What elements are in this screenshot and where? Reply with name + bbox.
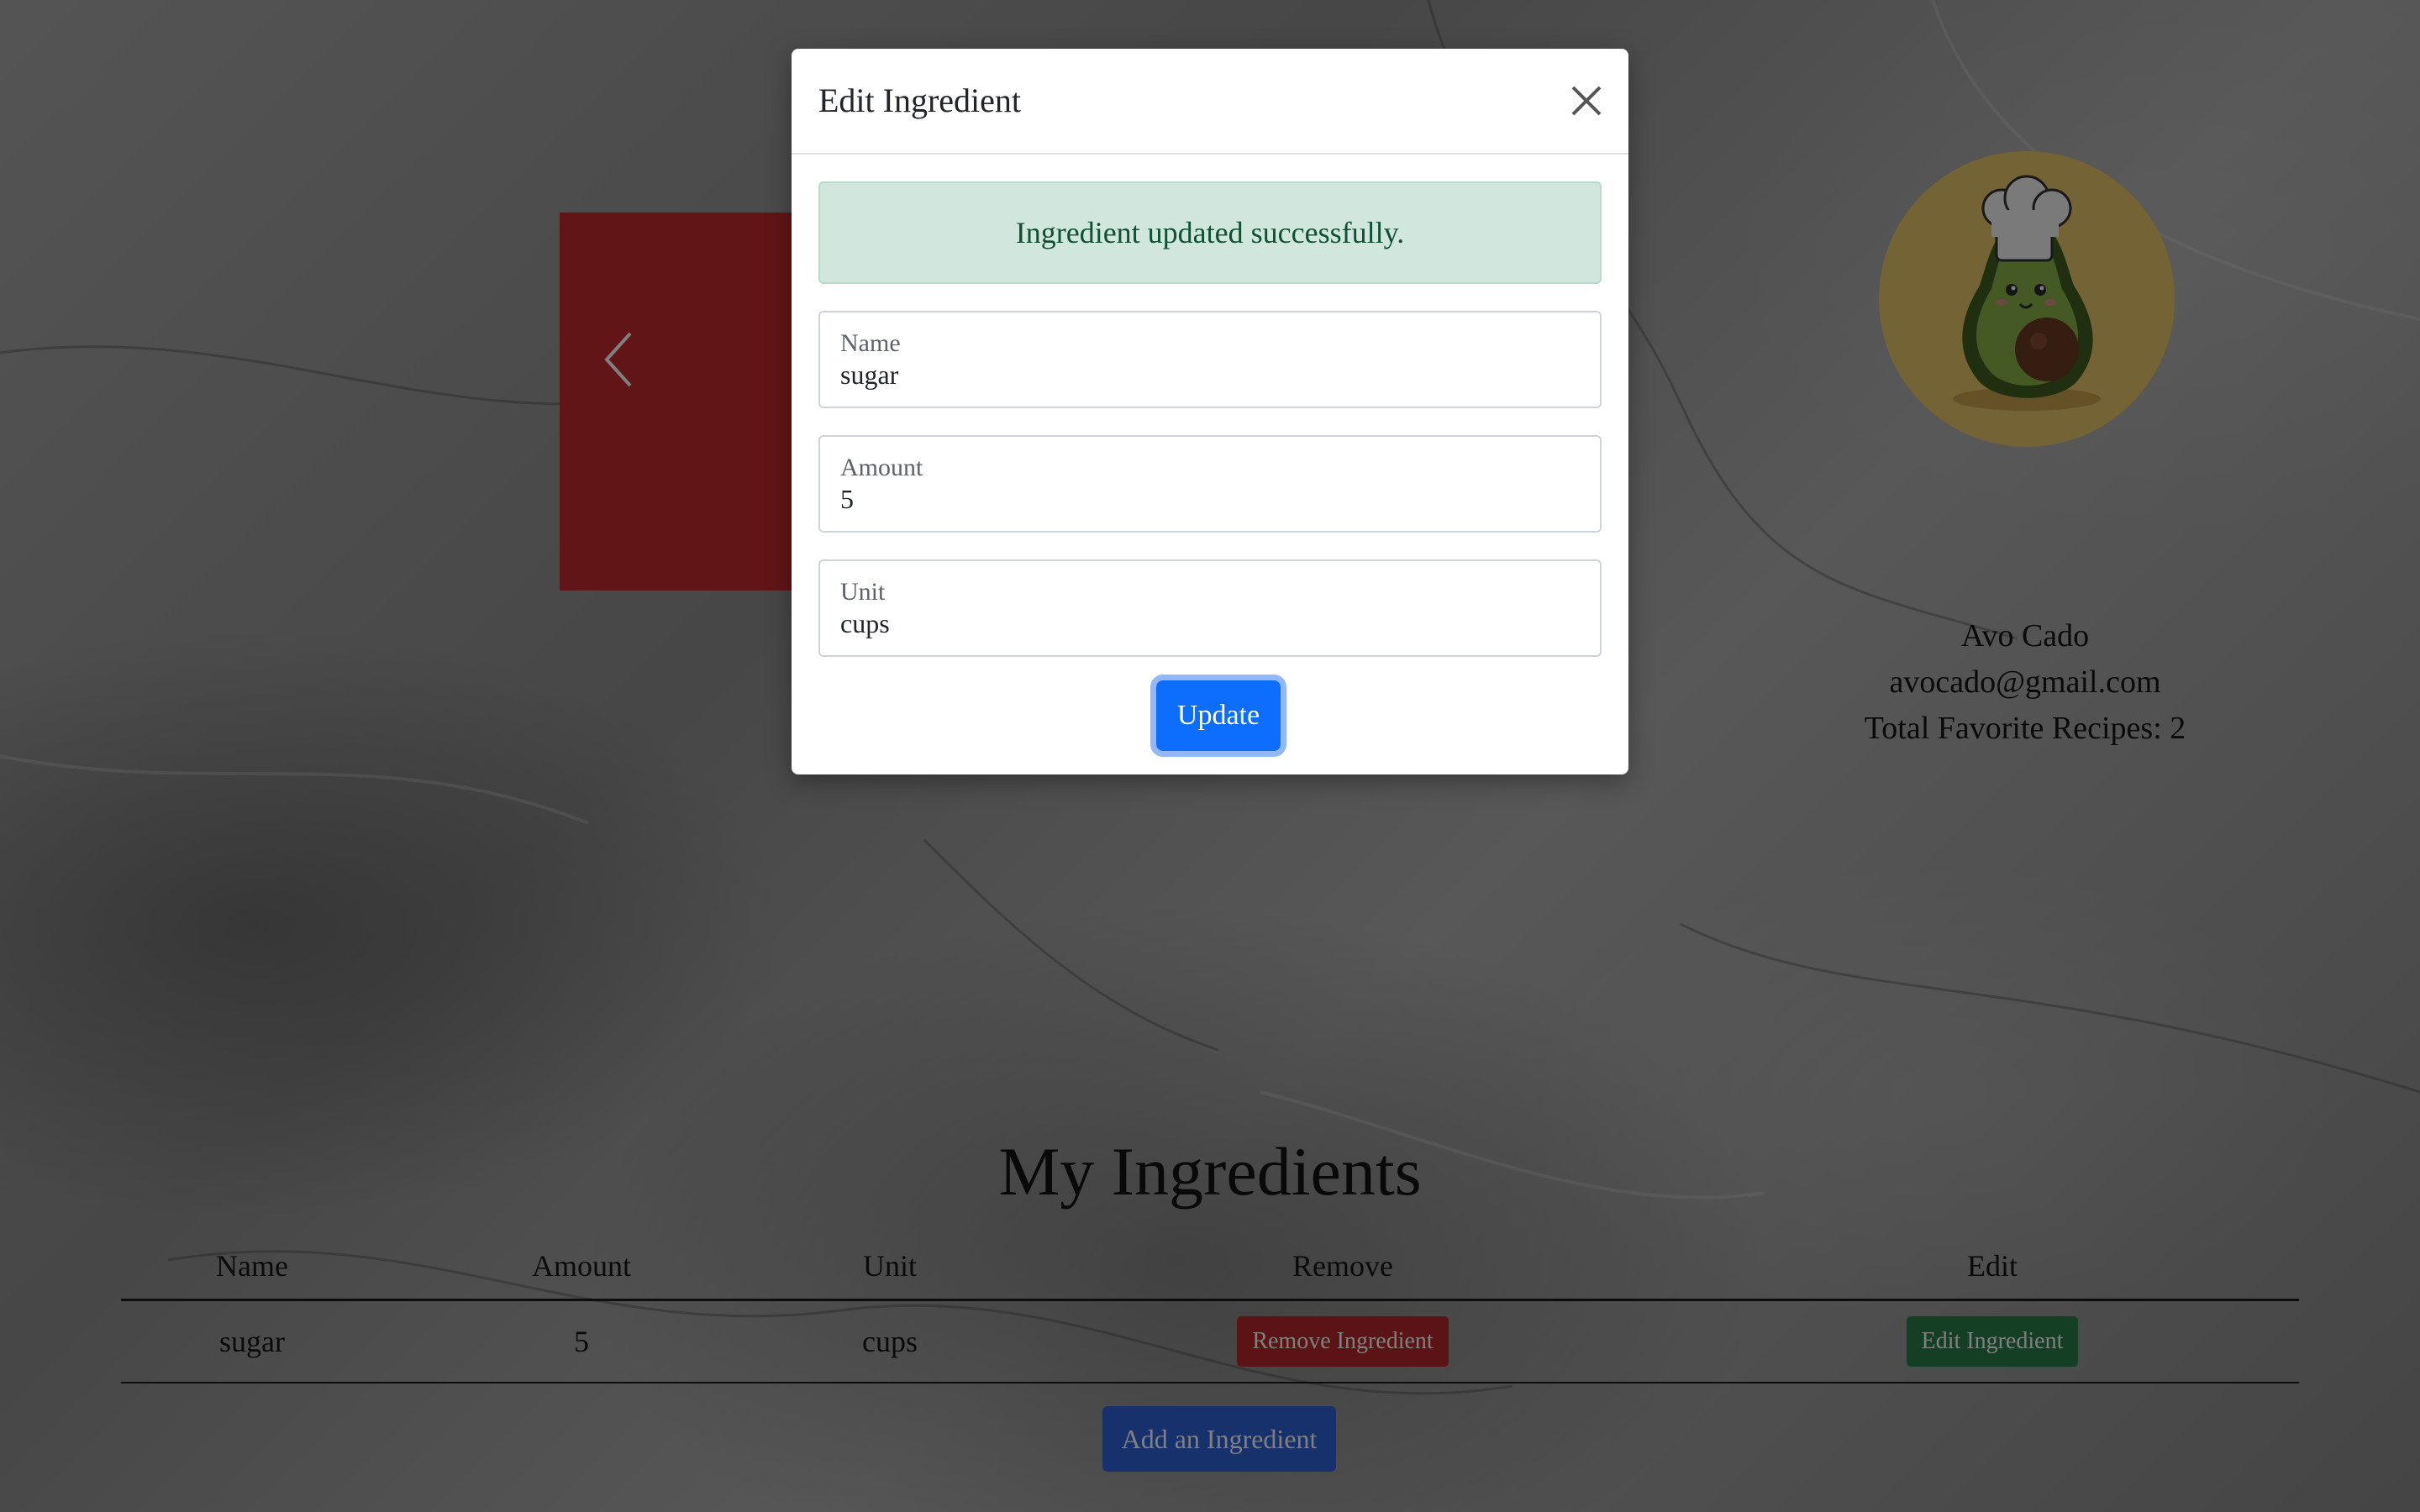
modal-close-button[interactable] bbox=[1566, 81, 1607, 121]
unit-field-label: Unit bbox=[840, 578, 886, 606]
unit-field-value: cups bbox=[840, 608, 890, 638]
modal-title: Edit Ingredient bbox=[818, 81, 1022, 119]
modal-header: Edit Ingredient bbox=[792, 49, 1628, 155]
name-field[interactable]: Name sugar bbox=[818, 311, 1602, 408]
update-button[interactable]: Update bbox=[1156, 680, 1281, 751]
name-field-value: sugar bbox=[840, 360, 899, 390]
amount-field-label: Amount bbox=[840, 454, 923, 481]
amount-field[interactable]: Amount 5 bbox=[818, 435, 1602, 533]
edit-ingredient-modal: Edit Ingredient Ingredient updated succe… bbox=[792, 49, 1628, 774]
success-alert: Ingredient updated successfully. bbox=[818, 181, 1602, 284]
unit-field[interactable]: Unit cups bbox=[818, 559, 1602, 657]
amount-field-value: 5 bbox=[840, 484, 854, 514]
name-field-label: Name bbox=[840, 329, 901, 357]
close-icon bbox=[1571, 86, 1602, 116]
